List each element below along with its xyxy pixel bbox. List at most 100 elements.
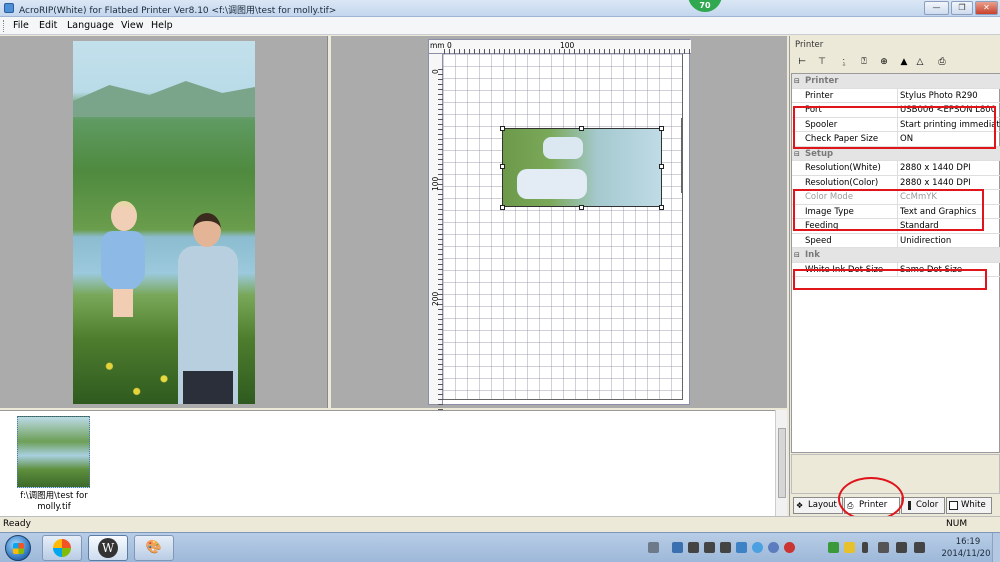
file-thumbnail[interactable] <box>17 416 90 488</box>
volume-icon[interactable] <box>914 542 925 553</box>
property-row-printer[interactable]: Printer Stylus Photo R290 <box>792 88 1000 103</box>
show-desktop-button[interactable] <box>992 533 1000 562</box>
category-label: Setup <box>805 148 834 159</box>
category-label: Ink <box>805 250 820 260</box>
vertical-scrollbar[interactable] <box>775 410 787 516</box>
layout-pane: mm 0 100 0 100 200 <box>331 36 787 417</box>
title-bar: AcroRIP(White) for Flatbed Printer Ver8.… <box>0 0 1000 17</box>
resize-handle[interactable] <box>579 126 584 131</box>
tab-label: Color <box>916 500 939 510</box>
category-ink[interactable]: ⊟ Ink <box>792 248 1000 263</box>
collapse-icon[interactable]: ⊟ <box>794 150 800 158</box>
tray-app-icon[interactable] <box>768 542 779 553</box>
tab-color[interactable]: Color <box>901 497 945 514</box>
print-icon[interactable]: ⎙ <box>935 55 949 69</box>
close-button[interactable]: ✕ <box>975 1 998 15</box>
minimize-button[interactable]: — <box>924 1 949 15</box>
property-value[interactable]: 2880 x 1440 DPI <box>900 163 1000 173</box>
property-panel: Printer ⊢ ⊤ ⍮ ⍰ ⊕ ▲ △ ⎙ ⊟ Printer Printe… <box>789 36 1000 516</box>
resize-handle[interactable] <box>659 164 664 169</box>
panel-title: Printer <box>795 40 824 50</box>
menu-file[interactable]: File <box>13 20 29 31</box>
property-row-resolution-color[interactable]: Resolution(Color) 2880 x 1440 DPI <box>792 175 1000 190</box>
resize-handle[interactable] <box>659 205 664 210</box>
property-value[interactable]: Stylus Photo R290 <box>900 91 1000 101</box>
tray-app-icon[interactable] <box>752 542 763 553</box>
ruler-horizontal: mm 0 100 <box>429 40 691 54</box>
resize-handle[interactable] <box>500 126 505 131</box>
tab-label: White <box>961 500 986 510</box>
property-name: Resolution(Color) <box>805 177 879 188</box>
clock-time[interactable]: 16:19 <box>948 537 988 547</box>
preview-pane <box>0 36 328 408</box>
thumbnail-label: f:\调图用\test for molly.tif <box>14 491 94 513</box>
security-icon[interactable] <box>844 542 855 553</box>
status-text: Ready <box>3 519 31 529</box>
placed-image-figure <box>543 137 583 159</box>
tray-app-icon[interactable] <box>736 542 747 553</box>
print-area-grid[interactable] <box>443 54 683 400</box>
network-icon[interactable] <box>896 542 907 553</box>
tray-app-icon[interactable] <box>704 542 715 553</box>
annotation-box <box>793 189 984 231</box>
num-lock-indicator: NUM <box>946 519 968 529</box>
keyboard-icon[interactable] <box>648 542 659 553</box>
resize-handle[interactable] <box>500 164 505 169</box>
resize-handle[interactable] <box>579 205 584 210</box>
tray-app-icon[interactable] <box>720 542 731 553</box>
menu-view[interactable]: View <box>121 20 144 31</box>
menu-help[interactable]: Help <box>151 20 173 31</box>
annotation-box <box>793 106 996 149</box>
ruler-vertical: 0 100 200 <box>429 54 443 417</box>
property-row-speed[interactable]: Speed Unidirection <box>792 233 1000 248</box>
tab-label: Layout <box>808 500 837 510</box>
collapse-icon[interactable]: ⊟ <box>794 77 800 85</box>
thumbnail-label-line: molly.tif <box>37 502 71 512</box>
center-vertical-icon[interactable]: ⍰ <box>857 55 871 69</box>
scrollbar-thumb[interactable] <box>778 428 786 498</box>
clock-date[interactable]: 2014/11/20 <box>936 549 996 559</box>
sheet-edge-marker <box>681 118 682 193</box>
resize-handle[interactable] <box>500 205 505 210</box>
layout-icon: ❖ <box>796 501 804 510</box>
resize-handle[interactable] <box>659 126 664 131</box>
tray-app-icon[interactable] <box>784 542 795 553</box>
flag-icon[interactable] <box>862 542 868 553</box>
paint-icon[interactable]: 🎨 <box>134 535 174 561</box>
shield-icon[interactable] <box>828 542 839 553</box>
menu-edit[interactable]: Edit <box>39 20 57 31</box>
tab-layout[interactable]: ❖ Layout <box>793 497 843 514</box>
window-title: AcroRIP(White) for Flatbed Printer Ver8.… <box>19 6 337 16</box>
annotation-circle <box>838 477 904 521</box>
media-player-icon[interactable] <box>42 535 82 561</box>
center-horizontal-icon[interactable]: ⍮ <box>837 55 851 69</box>
notification-badge[interactable]: 70 <box>688 0 722 12</box>
collapse-icon[interactable]: ⊟ <box>794 251 800 259</box>
property-row-resolution-white[interactable]: Resolution(White) 2880 x 1440 DPI <box>792 161 1000 176</box>
print-sheet: mm 0 100 0 100 200 <box>428 39 691 417</box>
mirror-icon[interactable]: △ <box>913 55 927 69</box>
tab-white[interactable]: White <box>946 497 992 514</box>
property-value[interactable]: 2880 x 1440 DPI <box>900 178 1000 188</box>
tray-app-icon[interactable] <box>878 542 889 553</box>
placed-image[interactable] <box>502 128 662 207</box>
tray-app-icon[interactable] <box>672 542 683 553</box>
tray-app-icon[interactable] <box>688 542 699 553</box>
photo-man-legs <box>183 371 233 404</box>
taskbar: W 🎨 16:19 2014/11/20 <box>0 532 1000 562</box>
photo-mountains <box>73 81 255 117</box>
wordpress-icon[interactable]: W <box>88 535 128 561</box>
align-top-icon[interactable]: ⊤ <box>815 55 829 69</box>
menu-language[interactable]: Language <box>67 20 114 31</box>
start-button[interactable] <box>5 535 31 561</box>
maximize-button[interactable]: ❐ <box>951 1 973 15</box>
center-icon[interactable]: ⊕ <box>877 55 891 69</box>
app-icon <box>4 3 14 13</box>
category-printer[interactable]: ⊟ Printer <box>792 74 1000 89</box>
panel-toolbar: ⊢ ⊤ ⍮ ⍰ ⊕ ▲ △ ⎙ <box>793 54 999 71</box>
align-left-icon[interactable]: ⊢ <box>795 55 809 69</box>
thumbnail-label-line: f:\调图用\test for <box>20 491 88 501</box>
property-value[interactable]: Unidirection <box>900 236 1000 246</box>
flip-horizontal-icon[interactable]: ▲ <box>897 55 911 69</box>
property-grid: ⊟ Printer Printer Stylus Photo R290 Port… <box>791 73 1000 453</box>
